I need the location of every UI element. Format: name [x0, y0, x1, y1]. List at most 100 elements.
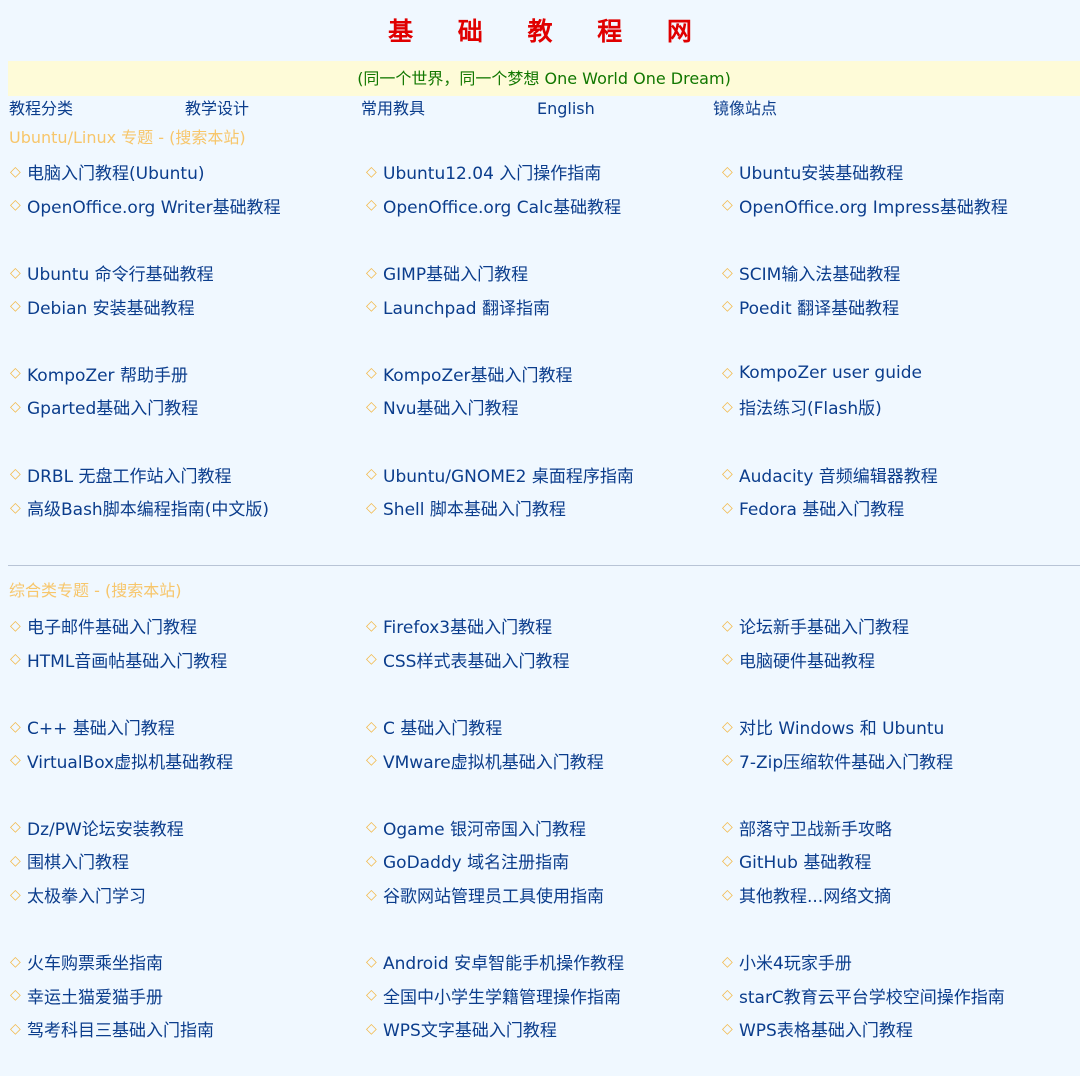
- tutorial-link[interactable]: Android 安卓智能手机操作教程: [383, 949, 624, 974]
- tutorial-link[interactable]: 其他教程...网络文摘: [739, 882, 891, 907]
- diamond-bullet-icon: ◇: [10, 499, 21, 516]
- tutorial-link[interactable]: DRBL 无盘工作站入门教程: [27, 462, 231, 487]
- tutorial-link[interactable]: WPS文字基础入门教程: [383, 1016, 557, 1041]
- tutorial-link[interactable]: 指法练习(Flash版): [739, 394, 882, 419]
- tutorial-link[interactable]: GIMP基础入门教程: [383, 260, 528, 285]
- tutorial-link[interactable]: Firefox3基础入门教程: [383, 613, 552, 638]
- tutorial-link[interactable]: Ubuntu安装基础教程: [739, 159, 903, 184]
- list-item: ◇ 电子邮件基础入门教程: [9, 613, 365, 639]
- nav-link-english[interactable]: English: [537, 98, 713, 120]
- diamond-bullet-icon: ◇: [722, 466, 733, 483]
- tutorial-link[interactable]: 高级Bash脚本编程指南(中文版): [27, 495, 269, 520]
- tutorial-link[interactable]: Ubuntu/GNOME2 桌面程序指南: [383, 462, 634, 487]
- tutorial-link[interactable]: GoDaddy 域名注册指南: [383, 848, 569, 873]
- diamond-bullet-icon: ◇: [10, 197, 21, 214]
- tutorial-link[interactable]: 谷歌网站管理员工具使用指南: [383, 882, 604, 907]
- list-item: ◇ Dz/PW论坛安装教程: [9, 815, 365, 840]
- section-title-general[interactable]: 综合类专题 - (搜索本站): [9, 580, 181, 602]
- diamond-bullet-icon: ◇: [366, 398, 377, 415]
- list-item: ◇ GoDaddy 域名注册指南: [365, 848, 721, 874]
- tutorial-link[interactable]: C 基础入门教程: [383, 714, 502, 739]
- list-item: ◇ Ubuntu 命令行基础教程: [9, 260, 365, 286]
- diamond-bullet-icon: ◇: [722, 752, 733, 769]
- diamond-bullet-icon: ◇: [366, 651, 377, 668]
- tutorial-link[interactable]: OpenOffice.org Impress基础教程: [739, 193, 1008, 218]
- section-title-ubuntu-linux[interactable]: Ubuntu/Linux 专题 - (搜索本站): [9, 127, 246, 149]
- tutorial-link[interactable]: KompoZer基础入门教程: [383, 361, 573, 386]
- tutorial-link[interactable]: 驾考科目三基础入门指南: [27, 1016, 214, 1041]
- tutorial-link[interactable]: Ubuntu 命令行基础教程: [27, 260, 214, 285]
- list-item: ◇ OpenOffice.org Impress基础教程: [721, 193, 1077, 218]
- diamond-bullet-icon: ◇: [722, 499, 733, 516]
- diamond-bullet-icon: ◇: [10, 886, 21, 903]
- tutorial-link[interactable]: OpenOffice.org Writer基础教程: [27, 193, 281, 218]
- tutorial-link[interactable]: 7-Zip压缩软件基础入门教程: [739, 748, 953, 773]
- tutorial-link[interactable]: VirtualBox虚拟机基础教程: [27, 748, 233, 773]
- tutorial-link[interactable]: OpenOffice.org Calc基础教程: [383, 193, 621, 218]
- list-item: ◇ VirtualBox虚拟机基础教程: [9, 748, 365, 773]
- tutorial-link[interactable]: KompoZer 帮助手册: [27, 361, 188, 386]
- diamond-bullet-icon: ◇: [10, 819, 21, 836]
- diamond-bullet-icon: ◇: [722, 987, 733, 1004]
- list-item: ◇ Ubuntu12.04 入门操作指南: [365, 159, 721, 185]
- list-item: ◇ 电脑入门教程(Ubuntu): [9, 159, 365, 185]
- tutorial-link[interactable]: 围棋入门教程: [27, 848, 129, 873]
- tutorial-link[interactable]: 电脑硬件基础教程: [739, 647, 875, 672]
- diamond-bullet-icon: ◇: [722, 886, 733, 903]
- tutorial-link[interactable]: VMware虚拟机基础入门教程: [383, 748, 604, 773]
- tutorial-link[interactable]: Ubuntu12.04 入门操作指南: [383, 159, 601, 184]
- tutorial-link[interactable]: 对比 Windows 和 Ubuntu: [739, 714, 944, 739]
- tutorial-link[interactable]: Gparted基础入门教程: [27, 394, 198, 419]
- tutorial-link[interactable]: Dz/PW论坛安装教程: [27, 815, 184, 840]
- diamond-bullet-icon: ◇: [10, 752, 21, 769]
- tutorial-links-general: ◇ 电子邮件基础入门教程 ◇ Firefox3基础入门教程 ◇ 论坛新手基础入门教程 ◇ HT…: [9, 609, 1080, 1046]
- tutorial-link[interactable]: 幸运土猫爱猫手册: [27, 983, 163, 1008]
- tutorial-link[interactable]: 火车购票乘坐指南: [27, 949, 163, 974]
- tutorial-link[interactable]: Fedora 基础入门教程: [739, 495, 904, 520]
- tutorial-link[interactable]: Poedit 翻译基础教程: [739, 294, 899, 319]
- tutorial-link[interactable]: 部落守卫战新手攻略: [739, 815, 892, 840]
- nav-bar: 教程分类 教学设计 常用教具 English 镜像站点: [9, 98, 1080, 120]
- tutorial-link[interactable]: SCIM输入法基础教程: [739, 260, 900, 285]
- tutorial-link[interactable]: CSS样式表基础入门教程: [383, 647, 569, 672]
- tutorial-link[interactable]: 全国中小学生学籍管理操作指南: [383, 983, 621, 1008]
- tutorial-link[interactable]: Ogame 银河帝国入门教程: [383, 815, 586, 840]
- nav-link-teaching-design[interactable]: 教学设计: [185, 98, 361, 120]
- tutorial-link[interactable]: Audacity 音频编辑器教程: [739, 462, 938, 487]
- diamond-bullet-icon: ◇: [722, 264, 733, 281]
- link-row: ◇ 围棋入门教程 ◇ GoDaddy 域名注册指南 ◇ GitHub 基础教程: [9, 844, 1080, 878]
- list-item: ◇ 谷歌网站管理员工具使用指南: [365, 882, 721, 908]
- diamond-bullet-icon: ◇: [366, 852, 377, 869]
- list-item: ◇ OpenOffice.org Calc基础教程: [365, 193, 721, 218]
- nav-link-teaching-tools[interactable]: 常用教具: [361, 98, 537, 120]
- list-item: ◇ WPS文字基础入门教程: [365, 1016, 721, 1042]
- link-row: ◇ C++ 基础入门教程 ◇ C 基础入门教程 ◇ 对比 Windows 和 Ubuntu: [9, 710, 1080, 744]
- link-row: ◇ VirtualBox虚拟机基础教程 ◇ VMware虚拟机基础入门教程 ◇ 7-Zip…: [9, 743, 1080, 777]
- tutorial-link[interactable]: 太极拳入门学习: [27, 882, 146, 907]
- list-item: ◇ Ubuntu安装基础教程: [721, 159, 1077, 185]
- tutorial-link[interactable]: Debian 安装基础教程: [27, 294, 195, 319]
- tutorial-link[interactable]: Launchpad 翻译指南: [383, 294, 550, 319]
- diamond-bullet-icon: ◇: [366, 163, 377, 180]
- tutorial-link[interactable]: starC教育云平台学校空间操作指南: [739, 983, 1005, 1008]
- tutorial-link[interactable]: 论坛新手基础入门教程: [739, 613, 909, 638]
- list-item: ◇ Audacity 音频编辑器教程: [721, 462, 1077, 487]
- tutorial-link[interactable]: 电脑入门教程(Ubuntu): [27, 159, 205, 184]
- nav-link-categories[interactable]: 教程分类: [9, 98, 185, 120]
- tutorial-link[interactable]: GitHub 基础教程: [739, 848, 871, 873]
- tutorial-link[interactable]: WPS表格基础入门教程: [739, 1016, 913, 1041]
- list-item: ◇ GIMP基础入门教程: [365, 260, 721, 286]
- diamond-bullet-icon: ◇: [10, 651, 21, 668]
- list-item: ◇ Firefox3基础入门教程: [365, 613, 721, 639]
- diamond-bullet-icon: ◇: [10, 953, 21, 970]
- diamond-bullet-icon: ◇: [722, 1020, 733, 1037]
- nav-link-mirrors[interactable]: 镜像站点: [713, 98, 889, 120]
- tutorial-link[interactable]: 电子邮件基础入门教程: [27, 613, 197, 638]
- tutorial-link[interactable]: HTML音画帖基础入门教程: [27, 647, 227, 672]
- diamond-bullet-icon: ◇: [366, 987, 377, 1004]
- tutorial-link[interactable]: Shell 脚本基础入门教程: [383, 495, 566, 520]
- tutorial-link[interactable]: 小米4玩家手册: [739, 949, 852, 974]
- tutorial-link[interactable]: C++ 基础入门教程: [27, 714, 175, 739]
- tutorial-link[interactable]: Nvu基础入门教程: [383, 394, 519, 419]
- tutorial-link[interactable]: KompoZer user guide: [739, 363, 922, 383]
